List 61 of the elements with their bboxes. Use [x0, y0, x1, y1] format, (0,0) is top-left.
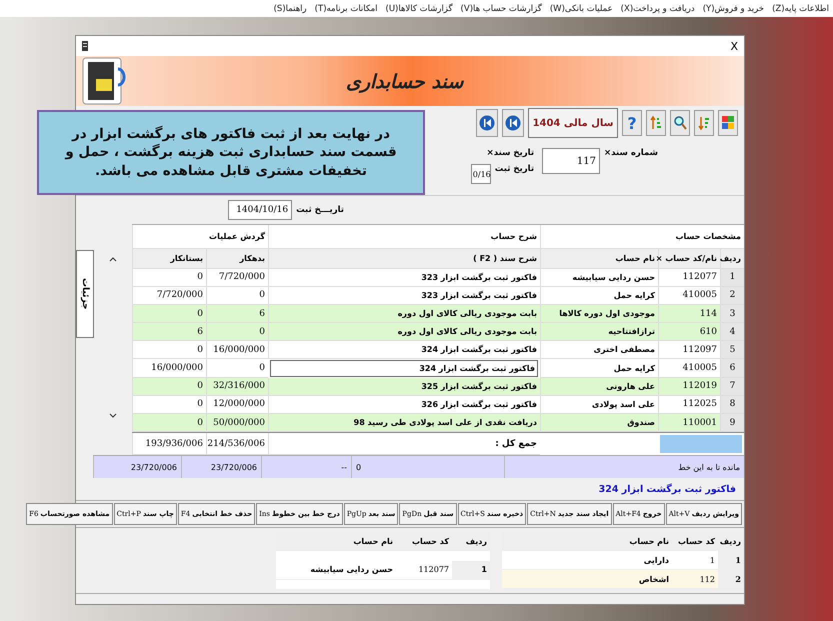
- row-number: 5: [720, 341, 744, 360]
- scroll-down-icon[interactable]: [109, 413, 117, 419]
- menu-item[interactable]: اطلاعات پایه(Z): [772, 4, 829, 14]
- menu-item[interactable]: گزارشات کالاها(U): [385, 4, 453, 14]
- date-field[interactable]: 1404/10/16: [228, 200, 292, 220]
- callout-note: در نهایت بعد از ثبت فاکتور های برگشت ابزار در قسمت سند حسابداری ثبت هزینه برگشت ، حمل و تخفیفات مشتری قابل مشاهده می باشد.: [37, 110, 425, 195]
- scroll-up-icon[interactable]: [109, 256, 117, 262]
- menu-item[interactable]: خرید و فروش(Y): [702, 4, 764, 14]
- field-label: تاریخ ثبت: [494, 164, 534, 174]
- balance-value: --: [261, 456, 351, 478]
- balance-value: 0: [351, 456, 504, 478]
- next-button[interactable]: [502, 109, 524, 137]
- close-button[interactable]: X: [730, 40, 738, 52]
- skip-icon: [505, 115, 521, 131]
- menu-item[interactable]: عملیات بانکی(W): [550, 4, 613, 14]
- row-number: 3: [720, 304, 744, 324]
- field-label: شماره سند×: [604, 148, 658, 158]
- row-number: 9: [720, 414, 744, 432]
- column-header: ردیف: [452, 532, 490, 551]
- row-number: 2: [718, 570, 744, 589]
- table-cell[interactable]: 112077: [396, 560, 452, 580]
- search-icon[interactable]: [670, 110, 690, 136]
- column-header: نام حساب: [276, 532, 396, 551]
- row-number: 1: [720, 268, 744, 287]
- row-number: 7: [720, 378, 744, 396]
- details-tab[interactable]: جزئیات: [76, 250, 94, 338]
- row-number: 2: [720, 286, 744, 305]
- column-header: نام حساب: [502, 532, 672, 551]
- sort-icon[interactable]: [694, 110, 714, 136]
- row-number: 1: [718, 551, 744, 570]
- row-number: 6: [720, 359, 744, 378]
- sort-icon[interactable]: [646, 110, 666, 136]
- last-button[interactable]: [476, 109, 498, 137]
- menu-item[interactable]: گزارشات حساب ها(V): [460, 4, 542, 14]
- column-header: ردیف: [718, 532, 744, 551]
- row-number: 8: [720, 396, 744, 414]
- windows-icon[interactable]: [718, 110, 738, 136]
- date-field[interactable]: 0/16: [470, 164, 491, 184]
- cell-input-field[interactable]: فاکتور ثبت برگشت ابزار 324: [270, 360, 538, 377]
- row-description: فاکتور ثبت برگشت ابزار 324: [598, 484, 736, 494]
- fiscal-year-field: سال مالی 1404: [528, 108, 618, 138]
- menu-item[interactable]: امکانات برنامه(T): [314, 4, 378, 14]
- skip-icon: [479, 115, 495, 131]
- menu-item[interactable]: دریافت و پرداخت(X): [620, 4, 695, 14]
- row-number: 1: [452, 560, 490, 580]
- field-label: تاریخ سند×: [486, 148, 534, 158]
- window-title: سند حسابداری: [346, 70, 464, 92]
- column-header: کد حساب: [396, 532, 452, 551]
- row-number: 4: [720, 323, 744, 342]
- table-cell[interactable]: 112: [672, 570, 718, 589]
- help-button[interactable]: ?: [622, 110, 642, 136]
- app-icon: [82, 41, 88, 51]
- doc-number-field[interactable]: 117: [542, 148, 600, 174]
- field-label: تاریـــخ ثبت: [296, 205, 344, 215]
- balance-label: مانده تا به این خط: [504, 456, 744, 478]
- menu-item[interactable]: راهنما(S): [274, 4, 307, 14]
- balance-value: 23/720/006: [181, 456, 261, 478]
- table-cell[interactable]: حسن ردایی سیابیشه: [276, 560, 396, 580]
- column-header: کد حساب: [672, 532, 718, 551]
- table-cell[interactable]: اشخاص: [502, 570, 672, 589]
- balance-value: 23/720/006: [93, 456, 181, 478]
